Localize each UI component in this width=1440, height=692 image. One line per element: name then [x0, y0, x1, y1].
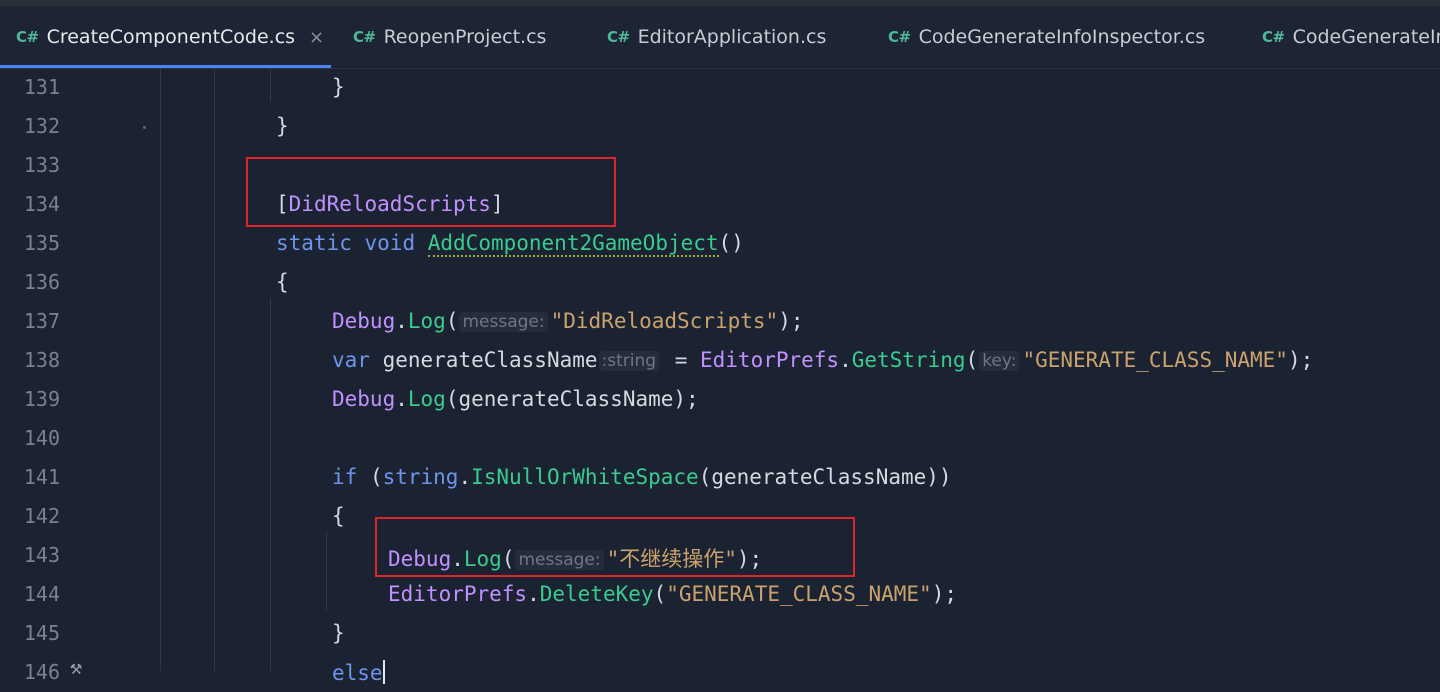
parameter-hint: message:: [459, 312, 548, 332]
code-text: }: [332, 621, 345, 645]
line-number: 144: [23, 582, 60, 606]
code-line: 133: [0, 146, 1440, 185]
code-line: 132 }: [0, 107, 1440, 146]
code-text: {: [276, 270, 289, 294]
code-line: 140: [0, 419, 1440, 458]
code-editor[interactable]: 131 } 132 } 133 134 [DidReloadScripts] 1…: [0, 68, 1440, 685]
tab-label: CodeGenerateIn: [1292, 26, 1440, 48]
else-statement: else: [332, 660, 385, 685]
csharp-file-icon: C#: [1262, 28, 1285, 46]
line-number: 140: [23, 426, 60, 450]
tab-editor-application[interactable]: C# EditorApplication.cs: [586, 6, 867, 68]
line-number: 135: [23, 231, 60, 255]
class-name: EditorPrefs: [388, 582, 528, 606]
statement: Debug.Log(generateClassName);: [332, 387, 699, 411]
parameter-hint: key:: [979, 351, 1020, 371]
code-line: 146 ⚒ else: [0, 653, 1440, 692]
class-name: Debug: [332, 387, 396, 411]
type-hint: :string: [598, 351, 660, 371]
tab-label: EditorApplication.cs: [637, 26, 827, 48]
csharp-file-icon: C#: [607, 28, 630, 46]
method-name: GetString: [851, 348, 966, 372]
line-number: 146: [23, 660, 60, 684]
string-literal: "GENERATE_CLASS_NAME": [1022, 348, 1288, 372]
line-number: 139: [23, 387, 60, 411]
keyword: if: [332, 465, 358, 489]
parens: (): [718, 231, 744, 255]
method-name: IsNullOrWhiteSpace: [471, 465, 699, 489]
tab-create-component-code[interactable]: C# CreateComponentCode.cs ×: [0, 6, 331, 68]
code-line: 131 }: [0, 68, 1440, 107]
code-text: }: [276, 114, 289, 138]
highlight-box-attribute: [246, 157, 616, 227]
statement: Debug.Log(message: "DidReloadScripts");: [332, 309, 804, 333]
tab-label: ReopenProject.cs: [383, 26, 547, 48]
type-keyword: string: [382, 465, 459, 489]
operator: =: [662, 348, 700, 372]
editor-tab-bar: C# CreateComponentCode.cs × C# ReopenPro…: [0, 6, 1440, 69]
method-name: Log: [407, 387, 446, 411]
code-line: 139 Debug.Log(generateClassName);: [0, 380, 1440, 419]
line-number: 142: [23, 504, 60, 528]
method-signature: static void AddComponent2GameObject(): [276, 231, 744, 257]
line-number: 143: [23, 543, 60, 567]
tab-code-generate-in[interactable]: C# CodeGenerateIn: [1240, 6, 1440, 68]
string-literal: "DidReloadScripts": [550, 309, 779, 333]
code-line: 137 Debug.Log(message: "DidReloadScripts"…: [0, 302, 1440, 341]
close-icon[interactable]: ×: [309, 27, 324, 48]
keyword: void: [364, 231, 416, 255]
code-line: 134 [DidReloadScripts]: [0, 185, 1440, 224]
line-number: 137: [23, 309, 60, 333]
tab-label: CodeGenerateInfoInspector.cs: [918, 26, 1206, 48]
string-literal: "GENERATE_CLASS_NAME": [666, 582, 932, 606]
line-number: 141: [23, 465, 60, 489]
method-name: Log: [407, 309, 446, 333]
text-caret: [382, 660, 385, 684]
argument: generateClassName: [458, 387, 674, 411]
class-name: Debug: [332, 309, 396, 333]
keyword: var: [332, 348, 370, 372]
statement: EditorPrefs.DeleteKey("GENERATE_CLASS_NA…: [388, 582, 957, 606]
code-line: 141 if (string.IsNullOrWhiteSpace(genera…: [0, 458, 1440, 497]
csharp-file-icon: C#: [888, 28, 911, 46]
method-name: DeleteKey: [539, 582, 654, 606]
code-line: 135 static void AddComponent2GameObject(…: [0, 224, 1440, 263]
code-text: {: [332, 504, 345, 528]
code-line: 136 {: [0, 263, 1440, 302]
method-name: AddComponent2GameObject: [427, 231, 719, 257]
line-number: 132: [23, 114, 60, 138]
argument: generateClassName: [711, 465, 927, 489]
csharp-file-icon: C#: [353, 28, 376, 46]
code-line: 144 EditorPrefs.DeleteKey("GENERATE_CLAS…: [0, 575, 1440, 614]
line-number: 133: [23, 153, 60, 177]
hammer-icon[interactable]: ⚒: [70, 655, 82, 679]
tab-reopen-project[interactable]: C# ReopenProject.cs: [331, 6, 586, 68]
code-line: 138 var generateClassName:string = Edito…: [0, 341, 1440, 380]
csharp-file-icon: C#: [16, 28, 39, 46]
statement: var generateClassName:string = EditorPre…: [332, 348, 1314, 372]
keyword: static: [276, 231, 352, 255]
line-number: 138: [23, 348, 60, 372]
line-number: 136: [23, 270, 60, 294]
code-line: 145 }: [0, 614, 1440, 653]
line-number: 145: [23, 621, 60, 645]
tab-label: CreateComponentCode.cs: [46, 26, 296, 48]
code-text: }: [332, 75, 345, 99]
line-number: 134: [23, 192, 60, 216]
highlight-box-debug-log: [375, 517, 855, 577]
tab-code-generate-info-inspector[interactable]: C# CodeGenerateInfoInspector.cs: [867, 6, 1240, 68]
if-statement: if (string.IsNullOrWhiteSpace(generateCl…: [332, 465, 952, 489]
line-number: 131: [23, 75, 60, 99]
variable-name: generateClassName: [382, 348, 598, 372]
keyword: else: [332, 661, 383, 685]
class-name: EditorPrefs: [700, 348, 840, 372]
